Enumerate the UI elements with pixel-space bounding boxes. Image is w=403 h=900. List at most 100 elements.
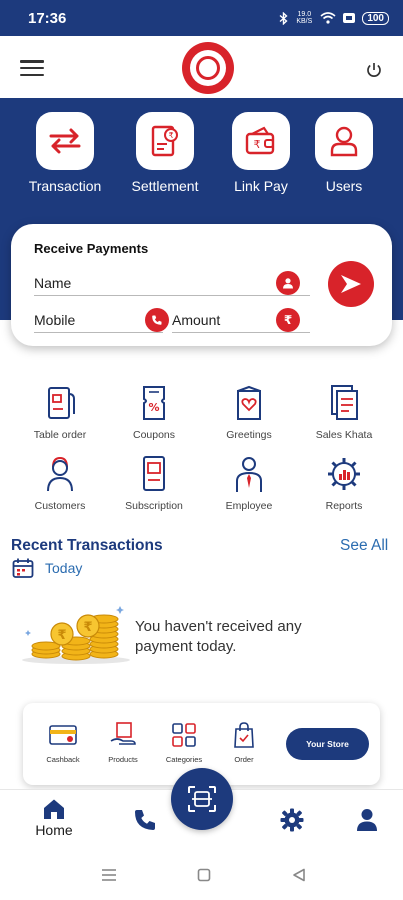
quick-actions: Transaction ₹ Settlement ₹ Link Pay User…	[0, 112, 403, 202]
rupee-icon: ₹	[276, 308, 300, 332]
subscription-icon	[134, 454, 174, 494]
send-payment-button[interactable]	[328, 261, 374, 307]
svg-text:₹: ₹	[57, 628, 66, 643]
gear-icon	[280, 808, 304, 832]
service-subscription[interactable]: Subscription	[109, 454, 199, 512]
status-bar: 17:36 19.0 KB/S 100	[0, 0, 403, 36]
svg-text:%: %	[148, 401, 159, 414]
phone-icon	[135, 810, 155, 830]
amount-field[interactable]: Amount ₹	[172, 307, 310, 333]
service-employee[interactable]: Employee	[204, 454, 294, 512]
service-table-order[interactable]: Table order	[15, 383, 105, 441]
quick-action-settlement[interactable]: ₹ Settlement	[120, 112, 210, 194]
service-label: Reports	[325, 500, 363, 512]
service-coupons[interactable]: % Coupons	[109, 383, 199, 441]
svg-text:₹: ₹	[254, 138, 261, 151]
system-navigation-bar	[0, 852, 403, 900]
power-icon[interactable]	[364, 60, 384, 80]
name-field[interactable]: Name	[34, 270, 310, 296]
calendar-icon[interactable]	[12, 557, 34, 579]
nav-settings[interactable]	[279, 808, 305, 837]
nav-home-label: Home	[35, 822, 73, 838]
store-products[interactable]: Products	[95, 721, 151, 764]
scan-qr-button[interactable]	[171, 768, 233, 830]
service-label: Employee	[225, 500, 273, 512]
quick-action-label: Settlement	[131, 178, 199, 194]
network-speed: 19.0 KB/S	[296, 11, 313, 25]
products-box-icon	[108, 721, 138, 749]
mobile-field[interactable]: Mobile	[34, 307, 169, 333]
amount-field-label: Amount	[172, 311, 221, 328]
store-item-label: Categories	[165, 755, 203, 764]
wifi-icon	[320, 12, 336, 24]
quick-action-label: Transaction	[28, 178, 102, 194]
coupon-icon: %	[134, 383, 174, 423]
cashback-card-icon	[48, 721, 78, 749]
coins-illustration: ₹ ₹	[22, 606, 130, 664]
your-store-button[interactable]: Your Store	[286, 728, 369, 760]
quick-action-link-pay[interactable]: ₹ Link Pay	[216, 112, 306, 194]
quick-action-users[interactable]: Users	[299, 112, 389, 194]
service-sales-khata[interactable]: Sales Khata	[299, 383, 389, 441]
employee-icon	[229, 454, 269, 494]
status-time: 17:36	[28, 9, 67, 27]
quick-action-label: Link Pay	[234, 178, 288, 194]
no-payments-message: You haven't received any payment today.	[135, 618, 302, 655]
store-order[interactable]: Order	[216, 721, 272, 764]
svg-text:₹: ₹	[168, 131, 173, 140]
categories-grid-icon	[169, 721, 199, 749]
back-triangle-icon[interactable]	[292, 868, 306, 882]
nav-profile[interactable]	[354, 808, 380, 837]
hamburger-menu-icon[interactable]	[20, 60, 44, 76]
service-label: Greetings	[226, 429, 272, 441]
profile-icon	[357, 809, 377, 831]
store-item-label: Order	[234, 755, 254, 764]
emblem-logo	[182, 42, 234, 94]
service-reports[interactable]: Reports	[299, 454, 389, 512]
see-all-link[interactable]: See All	[340, 537, 388, 555]
home-square-icon[interactable]	[197, 868, 211, 882]
greeting-card-icon	[229, 383, 269, 423]
store-categories[interactable]: Categories	[156, 721, 212, 764]
order-bag-icon	[229, 721, 259, 749]
service-label: Sales Khata	[315, 429, 373, 441]
settlement-doc-icon: ₹	[136, 112, 194, 170]
scan-icon	[188, 786, 216, 812]
receive-payments-card: Receive Payments Name Mobile Amount ₹	[11, 224, 392, 346]
sim-icon	[343, 13, 356, 23]
store-cashback[interactable]: Cashback	[35, 721, 91, 764]
nav-home[interactable]: Home	[28, 798, 80, 838]
receive-payments-title: Receive Payments	[34, 241, 149, 256]
reports-gear-icon	[324, 454, 364, 494]
bluetooth-icon	[279, 11, 288, 25]
mobile-field-label: Mobile	[34, 311, 76, 328]
user-icon	[315, 112, 373, 170]
store-item-label: Products	[108, 755, 138, 764]
status-indicators: 19.0 KB/S 100	[279, 11, 389, 25]
recents-menu-icon[interactable]	[101, 868, 117, 882]
wallet-rupee-icon: ₹	[232, 112, 290, 170]
ledger-icon	[324, 383, 364, 423]
service-customers[interactable]: Customers	[15, 454, 105, 512]
phone-icon	[145, 308, 169, 332]
nav-call[interactable]	[132, 808, 158, 837]
table-order-icon	[40, 383, 80, 423]
customer-icon	[40, 454, 80, 494]
send-arrow-icon	[341, 275, 361, 293]
quick-action-transaction[interactable]: Transaction	[20, 112, 110, 194]
recent-transactions-title: Recent Transactions	[11, 537, 163, 554]
period-filter[interactable]: Today	[45, 560, 82, 576]
service-label: Customers	[34, 500, 86, 512]
service-label: Table order	[33, 429, 87, 441]
service-greetings[interactable]: Greetings	[204, 383, 294, 441]
name-field-label: Name	[34, 274, 72, 291]
battery-indicator: 100	[362, 11, 389, 25]
service-label: Subscription	[125, 500, 183, 512]
quick-action-label: Users	[325, 178, 363, 194]
service-label: Coupons	[132, 429, 176, 441]
home-icon	[44, 799, 64, 819]
svg-text:₹: ₹	[83, 620, 92, 635]
transaction-arrows-icon	[36, 112, 94, 170]
store-item-label: Cashback	[46, 755, 80, 764]
app-header	[0, 36, 403, 98]
